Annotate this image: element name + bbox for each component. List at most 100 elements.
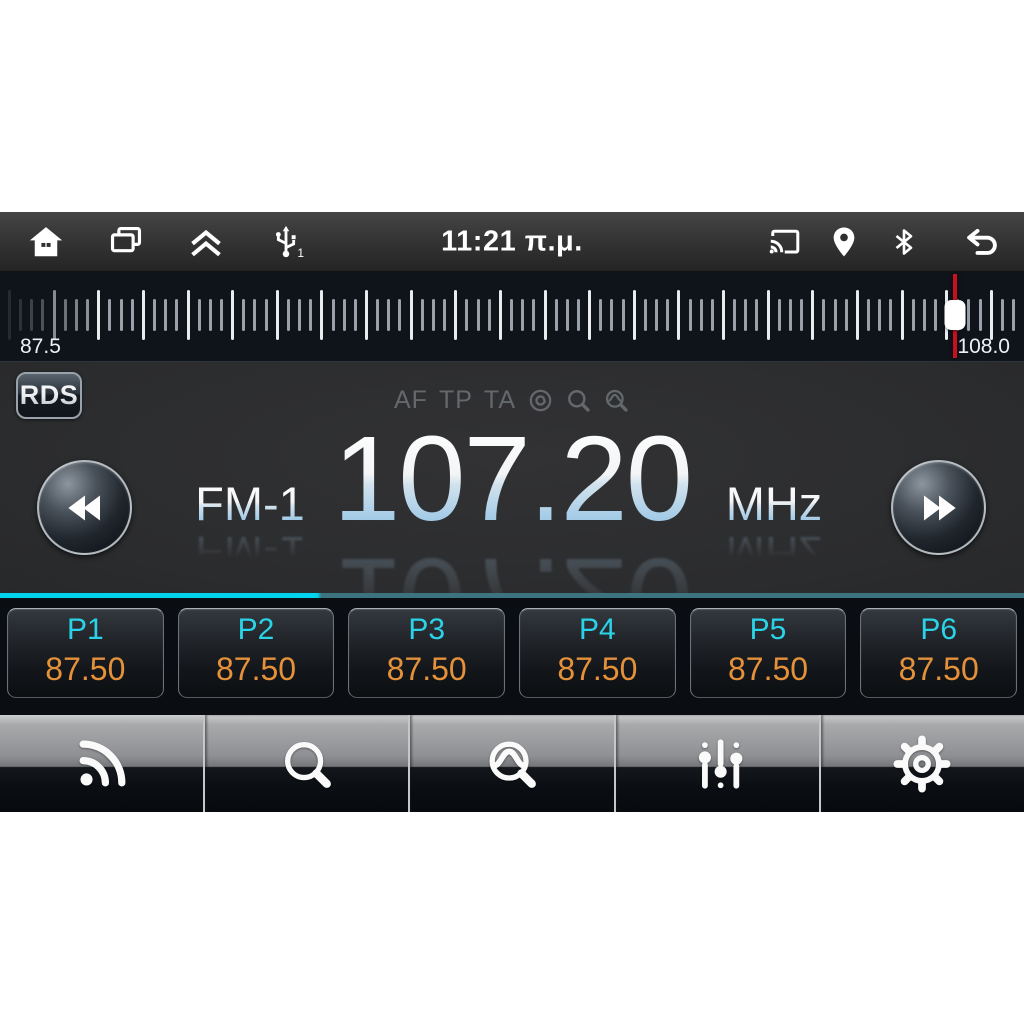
- scale-tick: [655, 299, 659, 331]
- equalizer-button[interactable]: [613, 715, 819, 812]
- preset-button-p1[interactable]: P1 87.50: [7, 608, 164, 698]
- search-button[interactable]: [203, 715, 408, 812]
- scale-tick: [420, 299, 424, 331]
- preset-value: 87.50: [215, 651, 297, 687]
- scale-tick: [922, 299, 926, 331]
- scale-tick: [219, 299, 223, 331]
- scale-tick: [197, 299, 201, 331]
- scale-tick: [52, 290, 56, 340]
- scale-tick: [565, 299, 569, 331]
- scale-min-label: 87.5: [20, 335, 61, 358]
- scale-tick: [119, 299, 123, 331]
- preset-button-p3[interactable]: P3 87.50: [348, 608, 506, 698]
- scale-tick: [208, 299, 212, 331]
- scale-tick: [889, 299, 893, 331]
- cast-icon: [764, 220, 804, 264]
- scale-tick: [409, 290, 413, 340]
- scale-tick: [431, 299, 435, 331]
- car-radio-screen: 1 11:21 π.μ. 87.5 108.0 RDS AF TP TA 107…: [0, 212, 1024, 812]
- scale-tick: [153, 299, 157, 331]
- scale-tick: [454, 290, 458, 340]
- recent-apps-icon[interactable]: [106, 220, 146, 264]
- scale-tick: [286, 299, 290, 331]
- scale-tick: [398, 299, 402, 331]
- preset-button-p6[interactable]: P6 87.50: [860, 608, 1018, 698]
- scale-tick: [744, 299, 748, 331]
- preset-button-p2[interactable]: P2 87.50: [177, 608, 335, 698]
- collapse-up-icon[interactable]: [186, 220, 226, 264]
- preset-button-p4[interactable]: P4 87.50: [519, 608, 676, 698]
- rds-button-label: RDS: [19, 380, 79, 410]
- scale-tick: [911, 299, 915, 331]
- status-bar: 1 11:21 π.μ.: [0, 212, 1024, 272]
- scale-tick: [353, 299, 357, 331]
- scale-tick: [599, 299, 603, 331]
- scale-tick: [30, 299, 34, 331]
- scale-tick: [242, 299, 246, 331]
- scale-tick: [1012, 299, 1016, 331]
- bottom-toolbar: [0, 715, 1024, 812]
- scale-tick: [833, 299, 837, 331]
- scale-tick: [666, 299, 670, 331]
- scale-tick: [376, 299, 380, 331]
- scale-tick: [309, 299, 313, 331]
- scale-tick: [822, 299, 826, 331]
- bluetooth-icon: [884, 220, 924, 264]
- scale-tick: [264, 299, 268, 331]
- scale-tick: [677, 290, 681, 340]
- scale-tick: [632, 290, 636, 340]
- broadcast-icon: [79, 740, 126, 786]
- search-icon: [284, 741, 331, 788]
- preset-label: P2: [237, 613, 275, 646]
- scale-tick: [967, 299, 971, 331]
- band-label: FM-1: [140, 480, 360, 527]
- preset-row: P1 87.50 P2 87.50 P3 87.50 P4 87.50 P5 8…: [0, 598, 1024, 715]
- back-icon[interactable]: [962, 220, 1002, 264]
- unit-label: MHz: [664, 480, 884, 527]
- scale-tick: [387, 299, 391, 331]
- scale-tick: [733, 299, 737, 331]
- settings-icon: [893, 734, 951, 793]
- scale-tick: [443, 299, 447, 331]
- scale-tick: [576, 299, 580, 331]
- scale-tick: [97, 290, 101, 340]
- scale-tick: [777, 299, 781, 331]
- scale-tick: [298, 299, 302, 331]
- home-icon[interactable]: [26, 220, 66, 264]
- scale-tick: [710, 299, 714, 331]
- scale-tick: [1000, 299, 1004, 331]
- preset-value: 87.50: [727, 651, 809, 687]
- scale-tick: [521, 299, 525, 331]
- frequency-scale[interactable]: 87.5 108.0: [0, 272, 1024, 362]
- broadcast-button[interactable]: [0, 715, 203, 812]
- scale-tick: [175, 299, 179, 331]
- scale-tick: [63, 299, 67, 331]
- seek-down-button[interactable]: [37, 460, 132, 555]
- scale-tick: [130, 299, 134, 331]
- scan-button[interactable]: [408, 715, 613, 812]
- scale-tick: [543, 290, 547, 340]
- tuner-display: RDS AF TP TA 107.20 FM-1 FM-1 MHz MHz: [0, 362, 1024, 669]
- settings-button[interactable]: [818, 715, 1024, 812]
- scale-tick: [610, 299, 614, 331]
- tuning-marker-knob[interactable]: [944, 300, 966, 330]
- preset-label: P5: [749, 613, 787, 646]
- scale-tick: [8, 290, 11, 340]
- scale-tick: [989, 290, 993, 340]
- scale-tick: [855, 290, 859, 340]
- rds-button[interactable]: RDS: [16, 372, 82, 419]
- scale-tick: [688, 299, 692, 331]
- scale-tick: [588, 290, 592, 340]
- scale-tick: [978, 299, 982, 331]
- scale-tick: [141, 290, 145, 340]
- scale-tick: [108, 299, 112, 331]
- seek-up-button[interactable]: [891, 460, 986, 555]
- scale-tick: [86, 299, 90, 331]
- scale-tick: [900, 290, 904, 340]
- fast-forward-icon: [923, 495, 956, 520]
- scale-tick: [465, 299, 469, 331]
- preset-button-p5[interactable]: P5 87.50: [689, 608, 847, 698]
- scale-tick: [487, 299, 491, 331]
- scale-tick: [164, 299, 168, 331]
- scale-tick: [186, 290, 190, 340]
